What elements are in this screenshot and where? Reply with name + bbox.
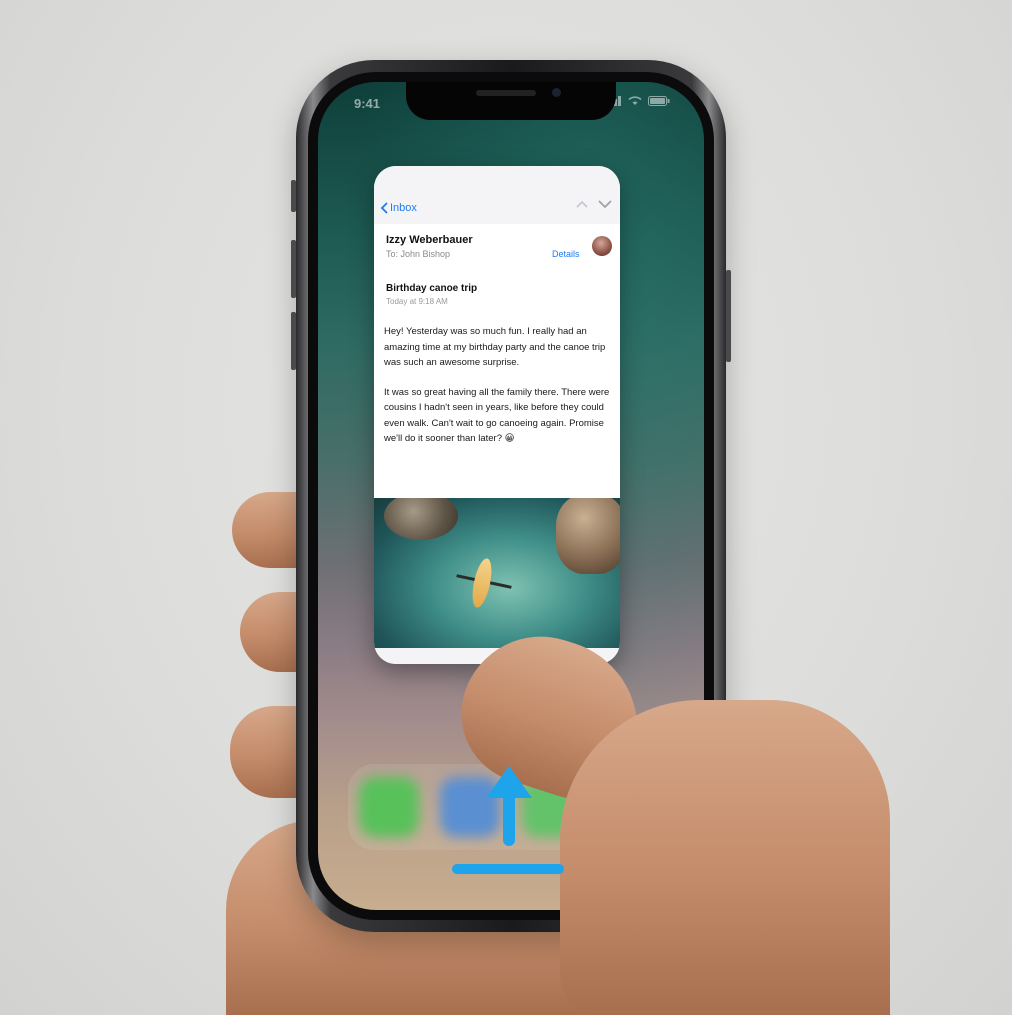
- up-chevron-icon[interactable]: [576, 200, 588, 208]
- email-body: Hey! Yesterday was so much fun. I really…: [384, 324, 612, 461]
- dock-app-phone[interactable]: [358, 777, 419, 837]
- email-body-paragraph: Hey! Yesterday was so much fun. I really…: [384, 326, 606, 368]
- silent-switch: [291, 180, 296, 212]
- sender-avatar: [592, 236, 612, 256]
- mail-app-card[interactable]: Inbox Izzy Weberbauer To: John Bishop De…: [374, 166, 620, 664]
- wifi-icon: [628, 96, 642, 105]
- side-button: [726, 270, 731, 362]
- inbox-back-button[interactable]: Inbox: [380, 202, 417, 214]
- home-indicator[interactable]: [452, 864, 564, 874]
- volume-up-button: [291, 240, 296, 298]
- email-timestamp: Today at 9:18 AM: [386, 297, 448, 306]
- recipient-line: To: John Bishop: [386, 249, 451, 259]
- email-body-paragraph: It was so great having all the family th…: [384, 386, 610, 445]
- details-link[interactable]: Details: [552, 249, 580, 259]
- inbox-back-label: Inbox: [390, 202, 417, 214]
- mail-nav-bar: Inbox: [374, 166, 620, 224]
- down-chevron-icon[interactable]: [598, 200, 612, 209]
- hand-thumb-base: [560, 700, 890, 1015]
- photo-rock-right: [556, 498, 620, 574]
- photo-rock-left: [384, 498, 458, 540]
- scene: 9:41 Inbox Izzy Weberbauer To: John Bish…: [0, 0, 1012, 1015]
- status-time: 9:41: [354, 96, 381, 111]
- email-subject: Birthday canoe trip: [386, 283, 478, 294]
- volume-down-button: [291, 312, 296, 370]
- sender-name: Izzy Weberbauer: [386, 234, 473, 246]
- swipe-up-arrow-shaft: [503, 788, 515, 846]
- mail-nav-arrows: [576, 200, 612, 209]
- back-chevron-icon: [380, 202, 388, 214]
- speaker-grille: [476, 90, 536, 96]
- camera-icon: [552, 88, 561, 97]
- kayak-aerial-photo: [374, 498, 620, 648]
- notch: [406, 82, 616, 120]
- battery-icon: [648, 96, 670, 106]
